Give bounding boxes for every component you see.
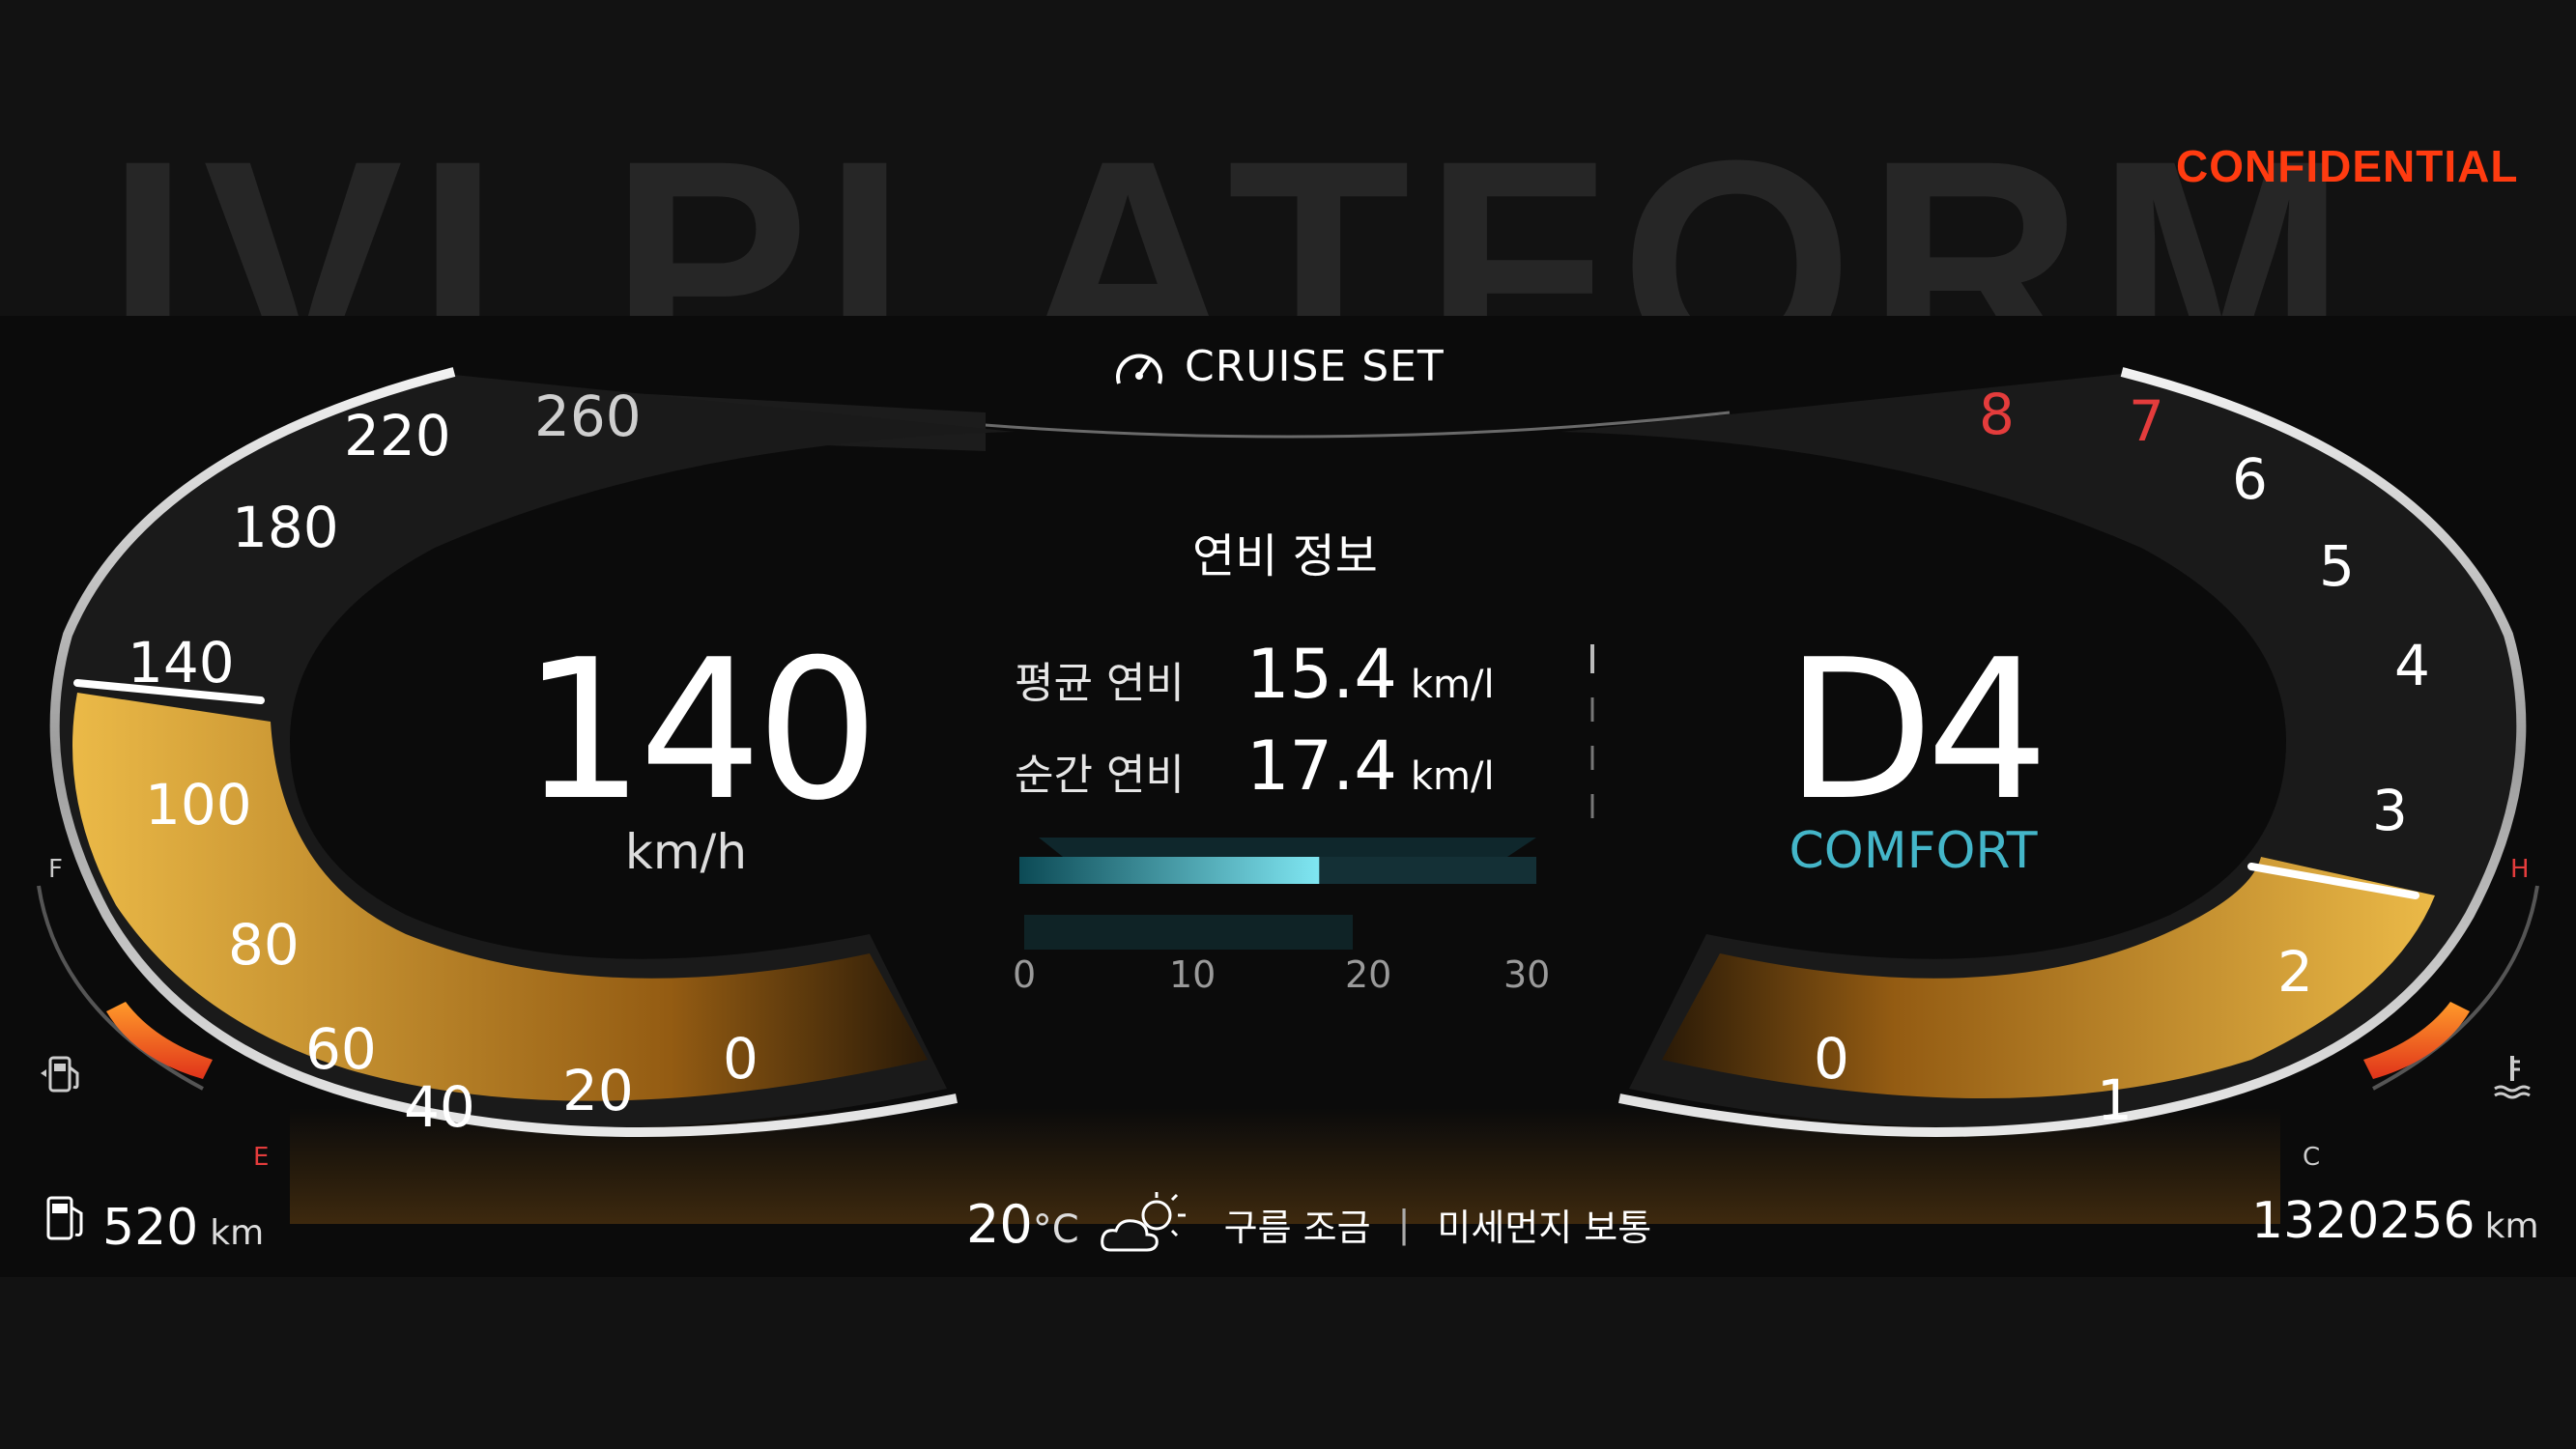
weather-condition: 구름 조금 — [1223, 1206, 1371, 1249]
fuel-info-title: 연비 정보 — [1192, 529, 1378, 583]
tachometer-label: 3 — [2372, 778, 2408, 843]
tachometer-redline-label: 7 — [2129, 388, 2164, 454]
average-fuel-economy: 평균 연비 15.4 km/l — [1015, 635, 1495, 714]
fuel-pump-icon — [46, 1196, 83, 1240]
speed-value: 140 — [522, 618, 879, 843]
temp-hot-label: H — [2510, 855, 2530, 884]
average-fuel-label: 평균 연비 — [1015, 659, 1185, 708]
speedometer-label: 180 — [232, 495, 339, 560]
fuel-bar-tick: 10 — [1169, 953, 1216, 996]
tachometer-label: 6 — [2232, 446, 2268, 512]
gear-indicator: D4 — [1785, 618, 2048, 843]
instant-fuel-label: 순간 연비 — [1015, 751, 1185, 800]
temperature-unit: °C — [1032, 1207, 1079, 1252]
fuel-empty-label: E — [253, 1143, 270, 1172]
tachometer-label: 2 — [2277, 939, 2313, 1005]
speedometer-label: 0 — [723, 1026, 758, 1092]
fuel-economy-bar-fill — [1019, 857, 1320, 884]
fuel-economy-bar — [1019, 838, 1536, 950]
average-fuel-value: 15.4 — [1246, 635, 1397, 714]
tachometer-label: 4 — [2394, 633, 2430, 698]
coolant-temp-icon — [2494, 1056, 2531, 1099]
weather-info: 20°C 구름 조금 | 미세먼지 보통 — [966, 1190, 1651, 1258]
odometer: 1320256 km — [2251, 1192, 2539, 1250]
range-unit: km — [210, 1213, 265, 1253]
fuel-bar-tick: 20 — [1345, 953, 1392, 996]
partly-cloudy-icon — [1100, 1192, 1186, 1252]
temperature-value: 20 — [966, 1193, 1033, 1255]
odometer-value: 1320256 — [2251, 1192, 2476, 1250]
speedometer-label: 60 — [305, 1016, 377, 1082]
instrument-cluster: CRUISE SET 연비 정보 평균 연비 15.4 km/l 순간 연비 1… — [0, 316, 2576, 1277]
temp-cold-label: C — [2303, 1143, 2321, 1172]
instant-fuel-value: 17.4 — [1246, 726, 1397, 806]
speedometer-label: 140 — [128, 630, 235, 696]
cruise-label: CRUISE SET — [1185, 341, 1445, 391]
cruise-indicator: CRUISE SET — [1111, 341, 1445, 391]
weather-separator: | — [1397, 1203, 1411, 1245]
instant-fuel-economy: 순간 연비 17.4 km/l — [1015, 726, 1495, 806]
speedometer-label: 40 — [404, 1074, 475, 1140]
instant-fuel-unit: km/l — [1410, 754, 1495, 799]
fuel-pump-icon — [41, 1056, 79, 1093]
cruise-control-icon — [1116, 354, 1162, 384]
odometer-unit: km — [2484, 1207, 2539, 1246]
tachometer-label: 1 — [2097, 1067, 2132, 1133]
speedometer-label: 20 — [562, 1058, 634, 1123]
temperature: 20°C — [966, 1194, 1079, 1255]
speedometer-label: 260 — [534, 384, 642, 449]
speedometer-label: 80 — [228, 912, 300, 978]
drive-mode: COMFORT — [1789, 822, 2038, 880]
fuel-range: 520 km — [43, 1192, 264, 1257]
speedometer-label: 220 — [344, 403, 451, 469]
air-quality: 미세먼지 보통 — [1437, 1206, 1652, 1249]
tachometer-redline-label: 8 — [1979, 382, 2015, 447]
speed-unit: km/h — [624, 824, 748, 880]
range-value: 520 — [102, 1199, 199, 1257]
speedometer-label: 100 — [145, 772, 252, 838]
tachometer-label: 0 — [1814, 1026, 1849, 1092]
confidential-label: CONFIDENTIAL — [2176, 141, 2519, 191]
fuel-bar-tick: 30 — [1503, 953, 1551, 996]
tachometer-label: 5 — [2319, 533, 2355, 599]
average-fuel-unit: km/l — [1410, 663, 1495, 707]
fuel-bar-tick: 0 — [1013, 953, 1037, 996]
fuel-full-label: F — [48, 855, 63, 884]
